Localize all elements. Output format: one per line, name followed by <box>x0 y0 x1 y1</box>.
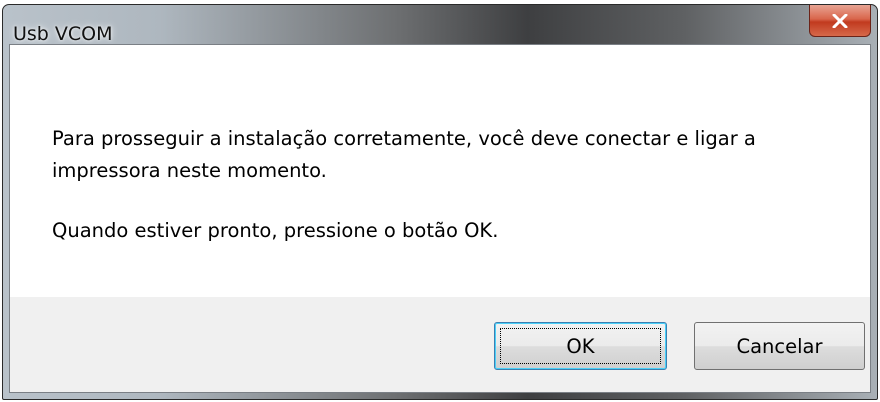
message-line-3: Quando estiver pronto, pressione o botão… <box>52 219 499 242</box>
message-line-2: impressora neste momento. <box>52 159 327 182</box>
dialog-client-area: Para prosseguir a instalação corretament… <box>9 44 871 393</box>
ok-button-label: OK <box>566 334 595 358</box>
close-button[interactable] <box>809 5 871 37</box>
window-title: Usb VCOM <box>13 23 113 45</box>
cancel-button[interactable]: Cancelar <box>694 322 865 370</box>
cancel-button-label: Cancelar <box>736 334 823 358</box>
message-line-1: Para prosseguir a instalação corretament… <box>52 127 756 150</box>
message-panel: Para prosseguir a instalação corretament… <box>10 45 870 297</box>
close-icon <box>832 13 848 28</box>
dialog-window: Usb VCOM Para prosseguir a instalação co… <box>2 4 878 400</box>
ok-button[interactable]: OK <box>494 322 667 370</box>
